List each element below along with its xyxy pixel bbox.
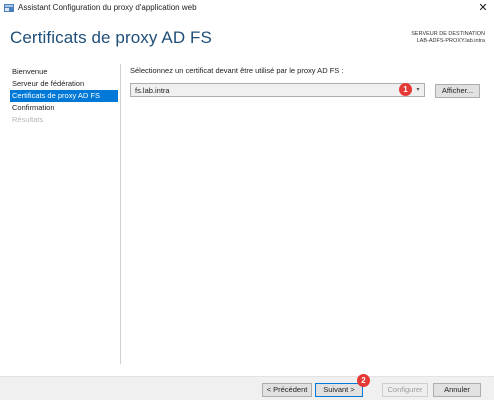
annotation-marker-2: 2 (357, 374, 370, 387)
configure-button: Configurer (382, 383, 428, 397)
certificate-select[interactable]: fs.lab.intra ▾ (130, 83, 425, 97)
next-button[interactable]: Suivant > (315, 383, 363, 397)
wizard-nav: Bienvenue Serveur de fédération Certific… (10, 66, 118, 126)
annotation-marker-1: 1 (399, 83, 412, 96)
destination-server-label: SERVEUR DE DESTINATION (411, 31, 485, 37)
wizard-window: Assistant Configuration du proxy d'appli… (0, 0, 494, 400)
nav-item-confirmation[interactable]: Confirmation (10, 102, 118, 114)
page-title: Certificats de proxy AD FS (10, 28, 212, 47)
nav-item-serveur-federation[interactable]: Serveur de fédération (10, 78, 118, 90)
nav-item-resultats: Résultats (12, 115, 44, 124)
chevron-down-icon[interactable]: ▾ (412, 84, 424, 96)
close-icon[interactable]: ✕ (472, 0, 494, 17)
nav-item-bienvenue[interactable]: Bienvenue (10, 66, 118, 78)
nav-divider (120, 64, 121, 364)
view-certificate-button[interactable]: Afficher... (435, 84, 480, 98)
nav-item-certificats-proxy[interactable]: Certificats de proxy AD FS (10, 90, 118, 102)
previous-button[interactable]: < Précédent (262, 383, 312, 397)
destination-server-name: LAB-ADFS-PROXY.lab.intra (416, 38, 485, 44)
app-icon (4, 4, 14, 12)
destination-server-info: SERVEUR DE DESTINATION LAB-ADFS-PROXY.la… (411, 31, 485, 45)
cancel-button[interactable]: Annuler (433, 383, 481, 397)
certificate-selected-value: fs.lab.intra (135, 86, 170, 95)
window-title: Assistant Configuration du proxy d'appli… (18, 3, 197, 12)
certificate-instruction: Sélectionnez un certificat devant être u… (130, 66, 344, 75)
title-bar[interactable]: Assistant Configuration du proxy d'appli… (0, 0, 494, 17)
